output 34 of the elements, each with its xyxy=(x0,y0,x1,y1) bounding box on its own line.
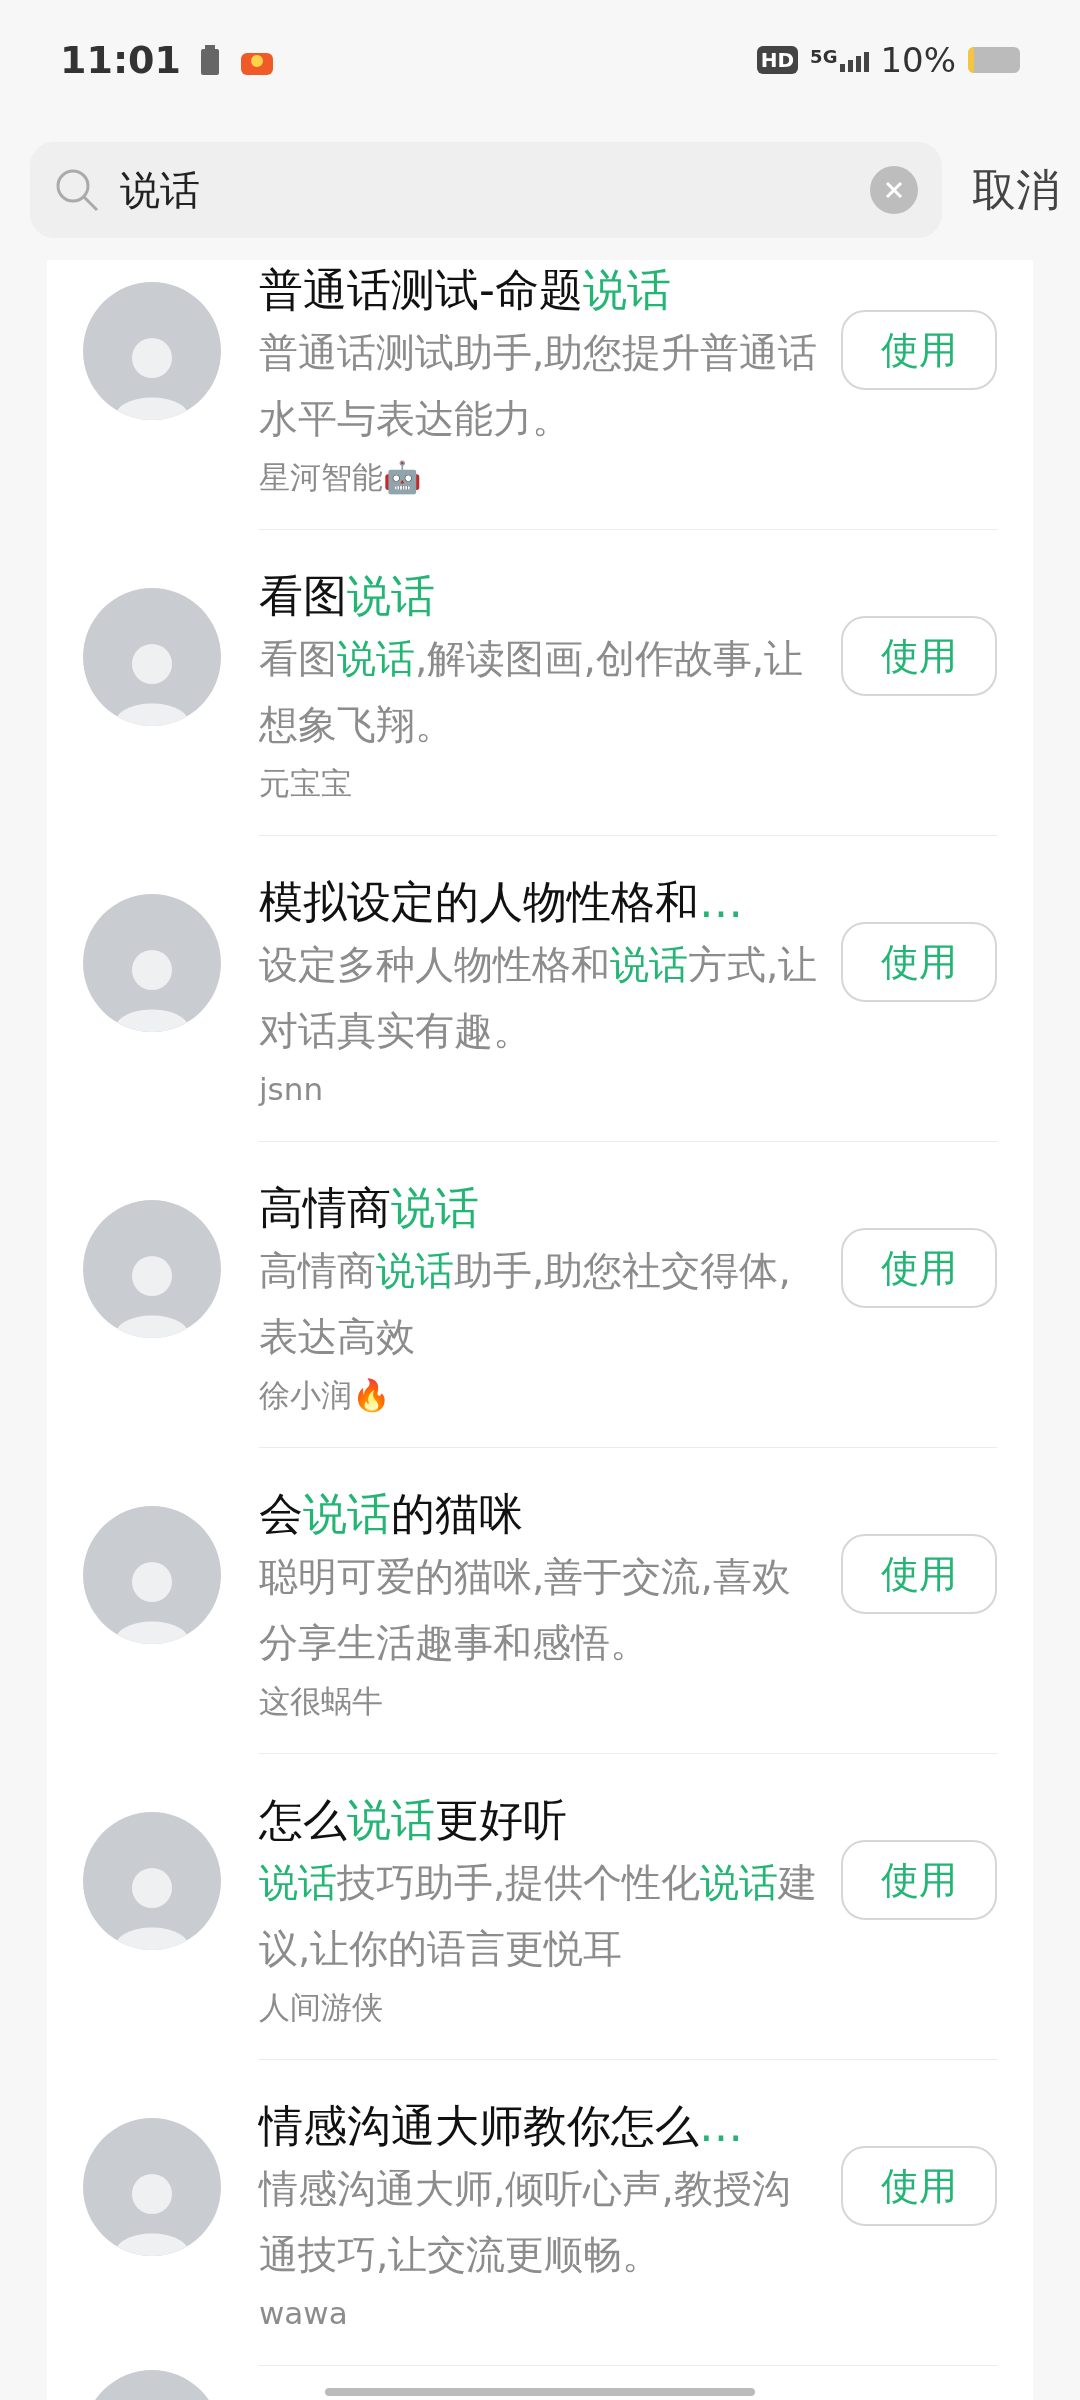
bot-author: 这很蜗牛 xyxy=(259,1682,383,1721)
search-field[interactable]: 说话 xyxy=(30,142,942,238)
network-label: 5G xyxy=(810,48,838,66)
bot-title: 高情商说话 xyxy=(259,1181,479,1235)
bot-author: 星河智能🤖 xyxy=(259,458,422,497)
bot-author: 元宝宝 xyxy=(259,764,352,803)
bot-author: wawa xyxy=(259,2294,348,2333)
hd-badge: HD xyxy=(756,46,799,74)
bot-title: 普通话测试-命题说话 xyxy=(259,263,671,317)
bot-description: 说话技巧助手,提供个性化说话建议,让你的语言更悦耳 xyxy=(259,1859,819,1973)
bot-description: 聪明可爱的猫咪,善于交流,喜欢分享生活趣事和感悟。 xyxy=(259,1553,792,1667)
bot-author: 人间游侠 xyxy=(259,1988,383,2027)
bot-title: 看图说话 xyxy=(259,569,435,623)
bot-description: 设定多种人物性格和说话方式,让对话真实有趣。 xyxy=(259,941,819,1055)
use-button[interactable]: 使用 xyxy=(841,922,997,1002)
use-button[interactable]: 使用 xyxy=(841,1840,997,1920)
bot-title: 情感沟通大师教你怎么… xyxy=(259,2099,743,2153)
bot-author: jsnn xyxy=(259,1070,324,1109)
bot-title: 模拟设定的人物性格和… xyxy=(259,875,743,929)
status-time: 11:01 xyxy=(60,36,181,84)
cancel-button[interactable]: 取消 xyxy=(972,157,1060,223)
use-button[interactable]: 使用 xyxy=(841,1228,997,1308)
use-button[interactable]: 使用 xyxy=(841,310,997,390)
battery-percent: 10% xyxy=(880,38,956,82)
bot-title: 会说话的猫咪 xyxy=(259,1487,523,1541)
bot-description: 情感沟通大师,倾听心声,教授沟通技巧,让交流更顺畅。 xyxy=(259,2165,792,2279)
use-button[interactable]: 使用 xyxy=(841,2146,997,2226)
use-button[interactable]: 使用 xyxy=(841,616,997,696)
bot-description: 看图说话,解读图画,创作故事,让想象飞翔。 xyxy=(259,635,805,749)
bot-description: 高情商说话助手,助您社交得体,表达高效 xyxy=(259,1247,792,1361)
use-button[interactable]: 使用 xyxy=(841,1534,997,1614)
bot-description: 普通话测试助手,助您提升普通话水平与表达能力。 xyxy=(259,329,819,443)
bot-author: 徐小润🔥 xyxy=(259,1376,391,1415)
bot-title: 怎么说话更好听 xyxy=(259,1793,567,1847)
